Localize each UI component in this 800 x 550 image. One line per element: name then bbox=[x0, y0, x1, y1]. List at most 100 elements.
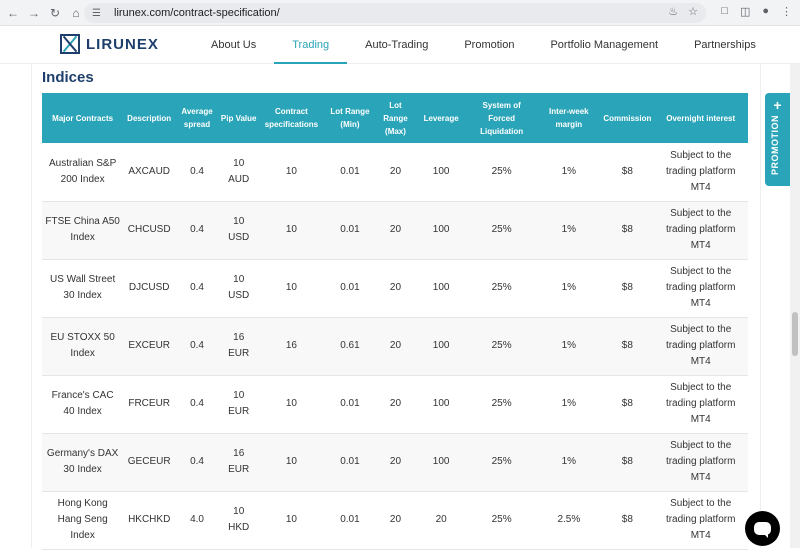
scrollbar-thumb[interactable] bbox=[792, 312, 798, 356]
table-body: Australian S&P 200 Index AXCAUD 0.4 10 AUD 1… bbox=[42, 143, 748, 550]
promotion-side-tab[interactable]: + PROMOTION bbox=[765, 93, 790, 186]
table-header-cell: Lot Range (Max) bbox=[375, 93, 416, 143]
nav-trading[interactable]: Trading bbox=[274, 26, 348, 64]
table-cell: 20 bbox=[375, 375, 416, 434]
site-info-icon[interactable]: ☰ bbox=[92, 8, 106, 19]
table-cell: 0.4 bbox=[175, 259, 219, 318]
side-panel-icon[interactable]: ◫ bbox=[740, 5, 750, 18]
table-row: France's CAC 40 Index FRCEUR 0.4 10 EUR 10 0.… bbox=[42, 375, 748, 434]
reload-icon[interactable]: ↻ bbox=[47, 5, 63, 21]
nav-portfolio-management[interactable]: Portfolio Management bbox=[532, 26, 676, 64]
table-header-cell: Description bbox=[123, 93, 176, 143]
table-cell: 16 EUR bbox=[218, 433, 259, 492]
table-cell: 20 bbox=[375, 201, 416, 260]
table-cell: 1% bbox=[536, 317, 602, 376]
chat-button[interactable] bbox=[745, 511, 780, 546]
table-cell: $8 bbox=[601, 259, 654, 318]
table-cell: 25% bbox=[466, 317, 537, 376]
nav-auto-trading[interactable]: Auto-Trading bbox=[347, 26, 446, 64]
home-icon[interactable]: ⌂ bbox=[68, 5, 84, 21]
table-cell: 25% bbox=[466, 143, 537, 202]
table-cell: $8 bbox=[601, 433, 654, 492]
table-cell: DJCUSD bbox=[123, 259, 176, 318]
table-cell: EU STOXX 50 Index bbox=[42, 317, 124, 376]
table-cell: 1% bbox=[536, 201, 602, 260]
table-header-cell: System of Forced Liquidation bbox=[466, 93, 537, 143]
table-cell: 1% bbox=[536, 259, 602, 318]
table-cell: $8 bbox=[601, 491, 654, 550]
table-cell: 10 USD bbox=[218, 201, 259, 260]
profile-icon[interactable]: ● bbox=[762, 5, 769, 18]
left-divider bbox=[31, 64, 32, 548]
table-cell: 0.4 bbox=[175, 375, 219, 434]
table-cell: 10 bbox=[258, 201, 325, 260]
table-cell: 1% bbox=[536, 143, 602, 202]
table-cell: CHCUSD bbox=[123, 201, 176, 260]
menu-kebab-icon[interactable]: ⋮ bbox=[781, 5, 792, 18]
table-row: US Wall Street 30 Index DJCUSD 0.4 10 USD 10… bbox=[42, 259, 748, 318]
forward-icon[interactable]: → bbox=[26, 5, 42, 21]
address-bar[interactable]: ☰ lirunex.com/contract-specification/ ♨ … bbox=[84, 3, 706, 23]
site-logo[interactable]: LIRUNEX bbox=[60, 34, 159, 54]
table-cell: EXCEUR bbox=[123, 317, 176, 376]
table-cell: 10 bbox=[258, 143, 325, 202]
table-cell: 0.01 bbox=[324, 433, 376, 492]
table-cell: 0.61 bbox=[324, 317, 376, 376]
table-cell: US Wall Street 30 Index bbox=[42, 259, 124, 318]
table-header-row: Major Contracts Description Average spread… bbox=[42, 93, 748, 143]
browser-toolbar: ← → ↻ ⌂ ☰ lirunex.com/contract-specifica… bbox=[0, 0, 800, 26]
table-cell: 100 bbox=[415, 259, 467, 318]
table-cell: 0.01 bbox=[324, 375, 376, 434]
table-cell: 10 USD bbox=[218, 259, 259, 318]
table-cell: 25% bbox=[466, 375, 537, 434]
table-cell: 100 bbox=[415, 143, 467, 202]
extensions-icon[interactable]: □ bbox=[721, 5, 728, 18]
table-cell: AXCAUD bbox=[123, 143, 176, 202]
table-cell: 10 EUR bbox=[218, 375, 259, 434]
nav-promotion[interactable]: Promotion bbox=[446, 26, 532, 64]
logo-text: LIRUNEX bbox=[86, 35, 159, 53]
site-header: LIRUNEX About Us Trading Auto-Trading Pr… bbox=[0, 26, 800, 64]
table-row: EU STOXX 50 Index EXCEUR 0.4 16 EUR 16 0.61 20… bbox=[42, 317, 748, 376]
table-cell: FRCEUR bbox=[123, 375, 176, 434]
table-header-cell: Major Contracts bbox=[42, 93, 124, 143]
table-cell: $8 bbox=[601, 143, 654, 202]
nav-partnerships[interactable]: Partnerships bbox=[676, 26, 774, 64]
table-cell: 0.01 bbox=[324, 259, 376, 318]
table-cell: Australian S&P 200 Index bbox=[42, 143, 124, 202]
table-cell: 20 bbox=[375, 317, 416, 376]
nav-about-us[interactable]: About Us bbox=[193, 26, 274, 64]
table-cell: HKCHKD bbox=[123, 491, 176, 550]
table-cell: Hong Kong Hang Seng Index bbox=[42, 491, 124, 550]
chat-bubble-icon bbox=[754, 522, 771, 538]
table-header-cell: Overnight interest bbox=[653, 93, 748, 143]
table-cell: 0.4 bbox=[175, 433, 219, 492]
table-cell: 10 AUD bbox=[218, 143, 259, 202]
table-cell: 25% bbox=[466, 433, 537, 492]
translate-icon[interactable]: ♨ bbox=[668, 5, 678, 18]
table-header-cell: Leverage bbox=[415, 93, 467, 143]
table-cell: 0.4 bbox=[175, 201, 219, 260]
table-cell: Subject to the trading platform MT4 bbox=[653, 317, 748, 376]
main-content: Indices Major Contracts Description Averag… bbox=[0, 64, 790, 550]
table-cell: 1% bbox=[536, 433, 602, 492]
table-cell: 100 bbox=[415, 201, 467, 260]
table-header-cell: Commission bbox=[601, 93, 654, 143]
bookmark-star-icon[interactable]: ☆ bbox=[688, 5, 698, 18]
address-url[interactable]: lirunex.com/contract-specification/ bbox=[114, 7, 280, 19]
table-cell: 25% bbox=[466, 259, 537, 318]
table-cell: 100 bbox=[415, 375, 467, 434]
page-scrollbar[interactable] bbox=[790, 64, 800, 548]
table-cell: Subject to the trading platform MT4 bbox=[653, 201, 748, 260]
section-title: Indices bbox=[42, 69, 94, 86]
back-icon[interactable]: ← bbox=[5, 5, 21, 21]
table-cell: 16 bbox=[258, 317, 325, 376]
table-cell: 0.01 bbox=[324, 491, 376, 550]
table-cell: 10 HKD bbox=[218, 491, 259, 550]
table-cell: 16 EUR bbox=[218, 317, 259, 376]
table-cell: GECEUR bbox=[123, 433, 176, 492]
table-cell: 0.4 bbox=[175, 317, 219, 376]
table-cell: 10 bbox=[258, 259, 325, 318]
table-cell: 0.01 bbox=[324, 143, 376, 202]
table-header-cell: Pip Value bbox=[218, 93, 259, 143]
